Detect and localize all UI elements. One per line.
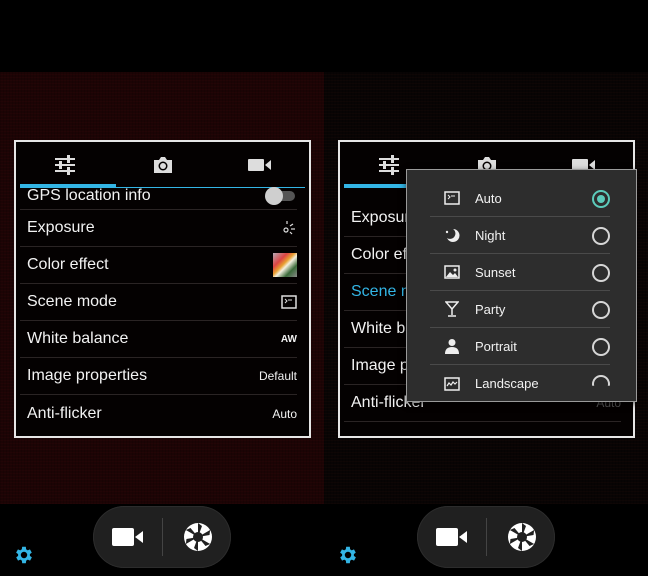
radio-button[interactable]	[592, 375, 610, 386]
setting-exposure[interactable]: Exposure	[20, 210, 297, 247]
capture-controls	[417, 506, 555, 568]
exposure-icon	[283, 221, 295, 235]
scene-option-portrait[interactable]: Portrait	[430, 328, 610, 365]
settings-panel: GPS location info Exposure Color effect …	[14, 140, 311, 438]
gps-toggle[interactable]	[265, 186, 297, 205]
capture-controls	[93, 506, 231, 568]
setting-label: White balance	[27, 330, 129, 347]
shutter-button[interactable]	[163, 506, 232, 568]
settings-list: GPS location info Exposure Color effect …	[16, 182, 309, 432]
camera-screen-left: GPS location info Exposure Color effect …	[0, 0, 324, 576]
scene-option-landscape[interactable]: Landscape	[430, 365, 610, 401]
setting-label: Scene mode	[27, 293, 117, 310]
setting-restore-defaults[interactable]: Restore defaults	[344, 422, 621, 436]
setting-color-effect[interactable]: Color effect	[20, 247, 297, 284]
radio-button[interactable]	[592, 338, 610, 356]
record-video-button[interactable]	[93, 506, 162, 568]
setting-anti-flicker[interactable]: Anti-flicker Auto	[20, 395, 297, 432]
video-camera-icon	[111, 528, 143, 546]
sunset-icon	[441, 263, 463, 281]
option-label: Auto	[475, 190, 502, 206]
option-label: Landscape	[475, 376, 539, 391]
setting-value: Auto	[272, 406, 297, 421]
record-video-button[interactable]	[417, 506, 486, 568]
shutter-button[interactable]	[487, 506, 556, 568]
landscape-icon	[441, 375, 463, 393]
setting-label: Exposure	[27, 219, 95, 236]
awb-icon: AW	[280, 333, 297, 345]
video-camera-icon	[248, 159, 272, 171]
setting-image-properties[interactable]: Image properties Default	[20, 358, 297, 395]
radio-button[interactable]	[592, 301, 610, 319]
shutter-icon	[183, 523, 212, 551]
color-effect-thumbnail	[273, 253, 297, 277]
setting-white-balance[interactable]: White balance AW	[20, 321, 297, 358]
sliders-icon	[54, 155, 75, 175]
scene-option-party[interactable]: Party	[430, 291, 610, 328]
camera-icon	[153, 157, 172, 173]
radio-button[interactable]	[592, 190, 610, 208]
scene-option-sunset[interactable]: Sunset	[430, 254, 610, 291]
option-label: Party	[475, 301, 506, 317]
gear-icon[interactable]	[337, 544, 359, 566]
setting-gps-location[interactable]: GPS location info	[20, 182, 297, 210]
sliders-icon	[378, 155, 399, 175]
scene-auto-icon	[441, 189, 463, 207]
setting-label: Color effect	[27, 256, 109, 273]
scene-mode-options: Auto Night Sunset Party Portrait Landsca…	[430, 180, 610, 401]
shutter-icon	[507, 523, 536, 551]
setting-label: Image properties	[27, 367, 148, 384]
option-label: Night	[475, 227, 506, 243]
person-icon	[441, 337, 463, 355]
gear-icon[interactable]	[13, 544, 35, 566]
radio-button[interactable]	[592, 264, 610, 282]
setting-scene-mode[interactable]: Scene mode	[20, 284, 297, 321]
cocktail-icon	[441, 300, 463, 318]
setting-label: Anti-flicker	[27, 404, 102, 422]
setting-value: Default	[258, 369, 297, 383]
scene-auto-icon	[281, 295, 297, 309]
setting-label: GPS location info	[27, 186, 151, 204]
moon-icon	[441, 226, 463, 244]
video-camera-icon	[435, 528, 467, 546]
scene-mode-popup: Auto Night Sunset Party Portrait Landsca…	[406, 169, 637, 402]
radio-button[interactable]	[592, 227, 610, 245]
scene-option-night[interactable]: Night	[430, 217, 610, 254]
scene-option-auto[interactable]: Auto	[430, 180, 610, 217]
option-label: Sunset	[475, 264, 516, 280]
option-label: Portrait	[475, 338, 517, 354]
